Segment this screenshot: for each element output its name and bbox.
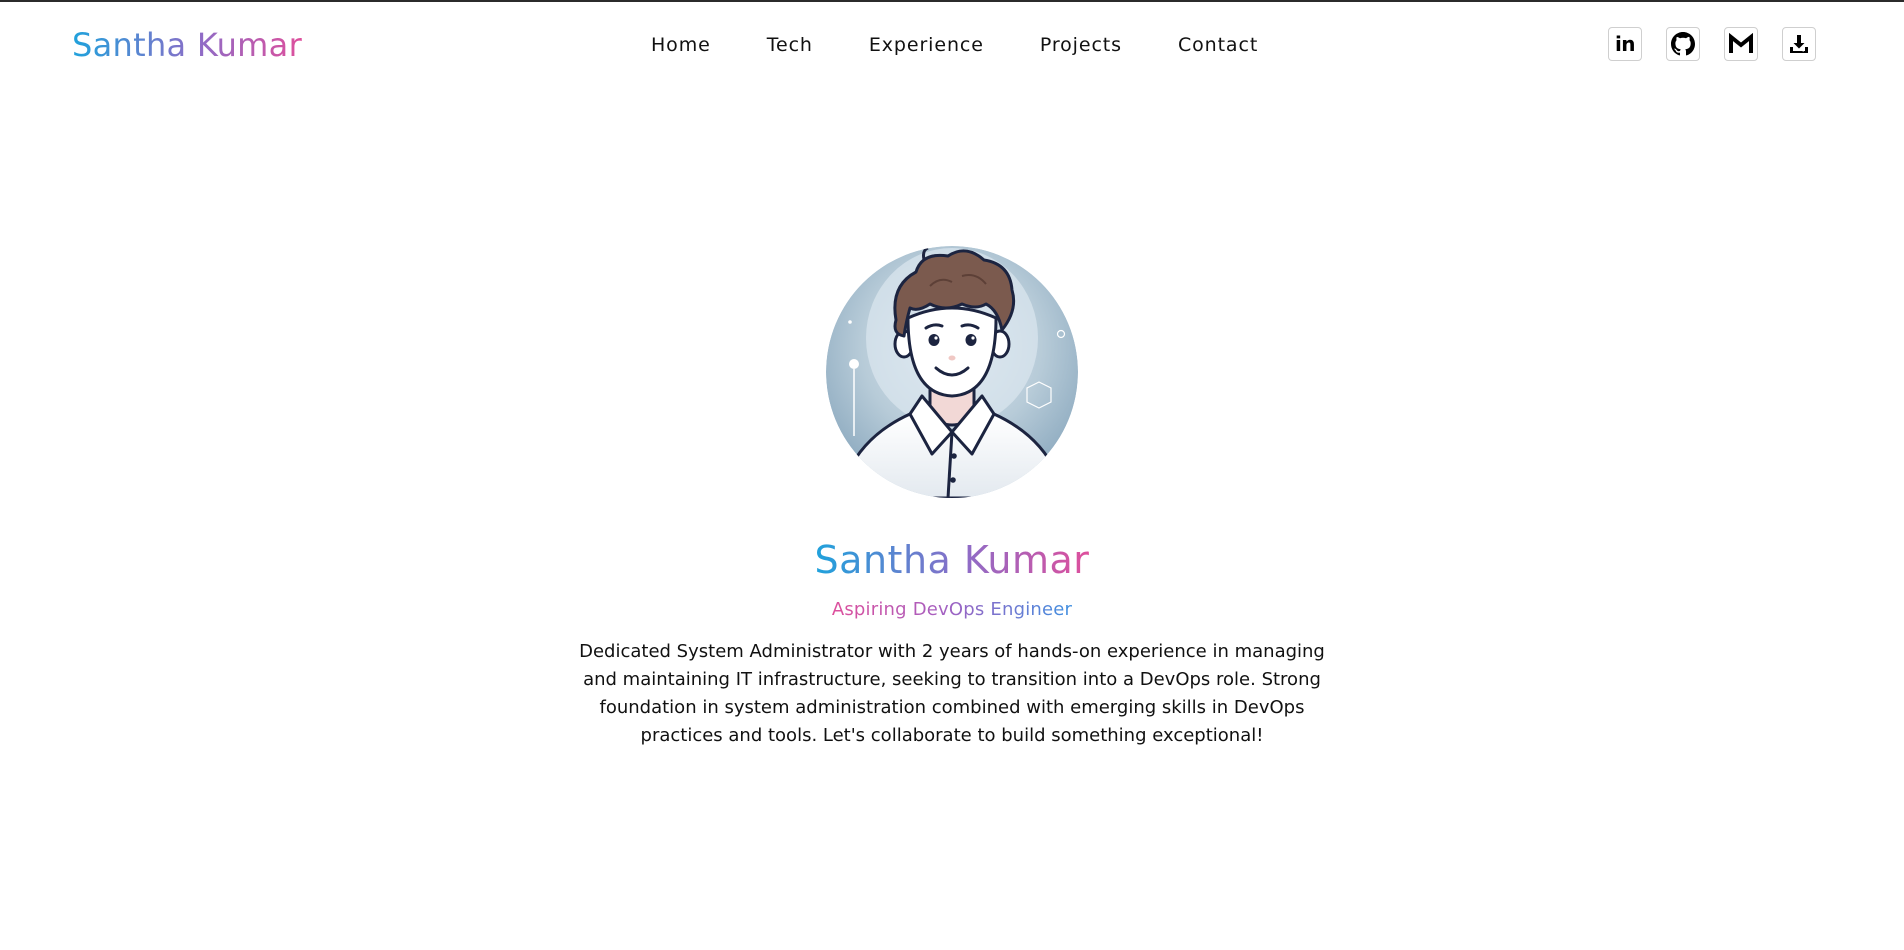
nav-link-projects[interactable]: Projects xyxy=(1040,34,1122,56)
hero-name: Santha Kumar xyxy=(814,538,1090,582)
gmail-button[interactable] xyxy=(1724,27,1758,61)
github-icon xyxy=(1671,32,1695,56)
social-links: in xyxy=(1608,27,1816,61)
linkedin-icon: in xyxy=(1614,32,1636,56)
nav-link-home[interactable]: Home xyxy=(651,34,711,56)
hero-description: Dedicated System Administrator with 2 ye… xyxy=(579,641,1325,746)
nav-link-experience[interactable]: Experience xyxy=(869,34,984,56)
hero-section: Santha Kumar Aspiring DevOps Engineer De… xyxy=(0,246,1904,768)
main-nav: Home Tech Experience Projects Contact xyxy=(651,30,1258,60)
nav-link-contact[interactable]: Contact xyxy=(1178,34,1258,56)
gmail-icon xyxy=(1729,33,1753,53)
download-resume-button[interactable] xyxy=(1782,27,1816,61)
brand-logo-link[interactable]: Santha Kumar xyxy=(72,21,302,69)
profile-avatar xyxy=(826,246,1078,498)
download-icon xyxy=(1790,35,1808,53)
linkedin-button[interactable]: in xyxy=(1608,27,1642,61)
hero-role: Aspiring DevOps Engineer xyxy=(831,599,1073,620)
nav-link-tech[interactable]: Tech xyxy=(767,34,813,56)
github-button[interactable] xyxy=(1666,27,1700,61)
navbar: Santha Kumar Home Tech Experience Projec… xyxy=(0,2,1904,86)
